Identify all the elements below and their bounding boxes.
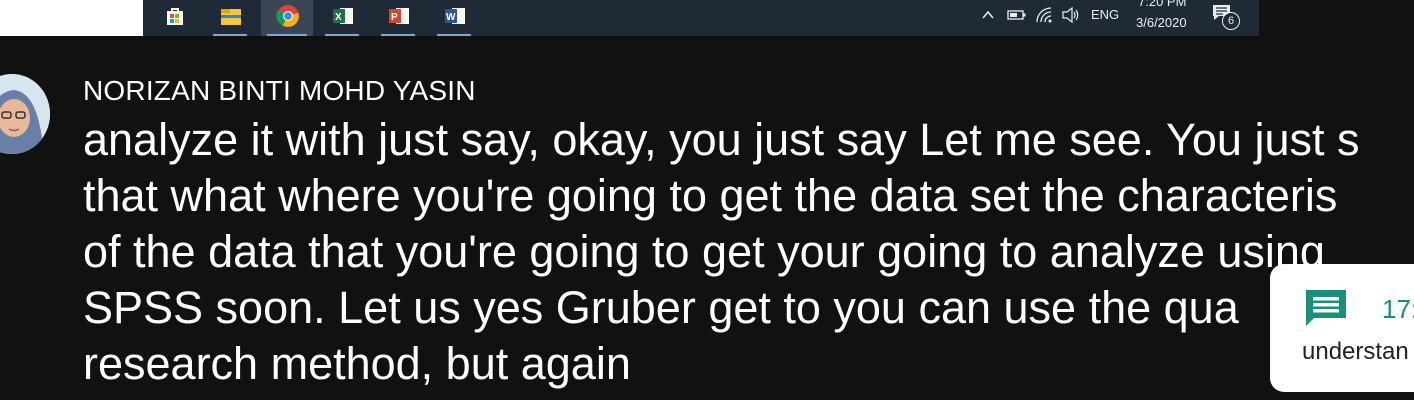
svg-text:W: W <box>446 12 456 23</box>
action-center-button[interactable]: 6 <box>1208 2 1244 34</box>
chevron-up-icon <box>982 10 994 19</box>
wifi-icon <box>1036 7 1052 23</box>
chat-message-icon <box>1306 290 1346 326</box>
message-text: analyze it with just say, okay, you just… <box>83 114 1360 389</box>
notification-text: understan <box>1302 338 1409 365</box>
taskbar-app-excel[interactable]: X <box>319 0 365 36</box>
show-hidden-icons-button[interactable] <box>979 0 999 36</box>
svg-text:P: P <box>391 12 398 23</box>
notification-time: 17: <box>1382 294 1414 324</box>
taskbar-app-store[interactable] <box>151 0 197 36</box>
active-indicator <box>267 34 307 36</box>
svg-text:X: X <box>335 12 342 23</box>
volume-indicator[interactable] <box>1059 0 1083 36</box>
chat-notification-card[interactable]: 17: understan <box>1270 264 1414 392</box>
language-indicator[interactable]: ENG <box>1091 7 1119 22</box>
active-indicator <box>213 34 247 36</box>
browser-area <box>0 0 143 36</box>
file-explorer-icon <box>221 9 241 25</box>
taskbar-app-powerpoint[interactable]: P <box>375 0 421 36</box>
active-indicator <box>325 34 359 36</box>
word-icon: W <box>445 8 465 24</box>
powerpoint-icon: P <box>389 8 409 24</box>
network-indicator[interactable] <box>1033 0 1057 36</box>
speaker-icon <box>1062 6 1079 24</box>
chrome-icon <box>276 5 299 27</box>
message-author: NORIZAN BINTI MOHD YASIN <box>83 75 476 106</box>
store-icon <box>167 8 183 25</box>
clock-time[interactable]: 7:20 PM <box>1138 0 1186 9</box>
taskbar-app-chrome[interactable] <box>261 0 313 36</box>
active-indicator <box>381 34 415 36</box>
active-indicator <box>437 34 471 36</box>
user-photo <box>0 74 50 154</box>
taskbar-app-word[interactable]: W <box>431 0 477 36</box>
clock-date[interactable]: 3/6/2020 <box>1136 15 1187 30</box>
taskbar-app-file-explorer[interactable] <box>207 0 253 36</box>
avatar <box>0 74 50 154</box>
notification-count-badge: 6 <box>1222 12 1240 30</box>
battery-indicator[interactable] <box>1005 0 1029 36</box>
battery-icon <box>1007 10 1026 20</box>
excel-icon: X <box>333 8 353 24</box>
